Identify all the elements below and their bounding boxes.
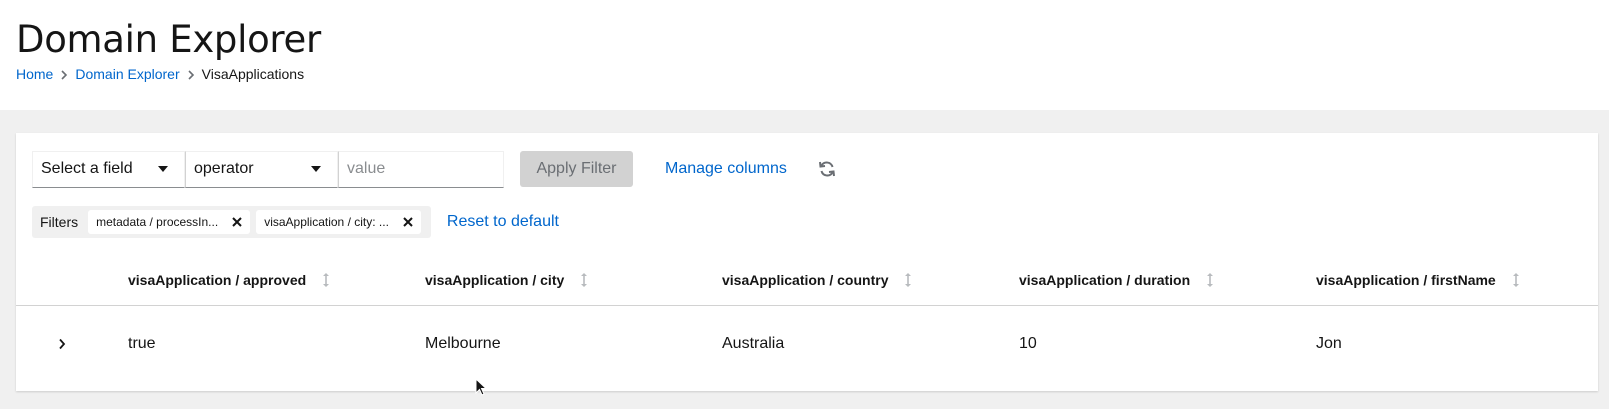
chevron-right-icon <box>53 67 75 81</box>
close-icon[interactable] <box>401 215 415 229</box>
column-header-country[interactable]: visaApplication / country <box>722 254 912 306</box>
manage-columns-link[interactable]: Manage columns <box>665 160 787 178</box>
caret-down-icon <box>158 166 168 172</box>
column-header-approved[interactable]: visaApplication / approved <box>128 254 330 306</box>
cell-country: Australia <box>722 335 785 352</box>
column-header-label: visaApplication / city <box>425 272 565 288</box>
reset-to-default-link[interactable]: Reset to default <box>447 213 559 231</box>
table-header: visaApplication / approved visaApplicati… <box>16 254 1598 306</box>
breadcrumb: Home Domain Explorer VisaApplications <box>16 66 304 82</box>
table-row: true Melbourne Australia 10 Jon <box>16 306 1598 382</box>
page-title: Domain Explorer <box>16 18 321 61</box>
sort-icon <box>904 272 912 288</box>
filter-chip-label: visaApplication / city: ... <box>264 215 389 229</box>
chevron-right-icon[interactable] <box>52 334 72 354</box>
filter-chip-group: Filters metadata / processIn... visaAppl… <box>32 206 431 238</box>
operator-select-label: operator <box>194 160 254 177</box>
apply-filter-button[interactable]: Apply Filter <box>520 151 633 187</box>
cell-duration: 10 <box>1019 335 1037 352</box>
operator-select[interactable]: operator <box>185 150 338 188</box>
filter-chip: metadata / processIn... <box>88 210 251 234</box>
close-icon[interactable] <box>230 215 244 229</box>
column-header-label: visaApplication / country <box>722 272 889 288</box>
refresh-icon[interactable] <box>817 159 837 179</box>
breadcrumb-domain-explorer[interactable]: Domain Explorer <box>75 66 179 82</box>
sort-icon <box>580 272 588 288</box>
cell-approved: true <box>128 335 156 352</box>
column-header-label: visaApplication / approved <box>128 272 307 288</box>
caret-down-icon <box>311 166 321 172</box>
mouse-cursor-icon <box>475 377 488 401</box>
value-input[interactable] <box>338 150 504 188</box>
sort-icon <box>1512 272 1520 288</box>
breadcrumb-current: VisaApplications <box>201 66 305 82</box>
chevron-right-icon <box>180 67 202 81</box>
field-select[interactable]: Select a field <box>32 150 185 188</box>
domain-table: visaApplication / approved visaApplicati… <box>16 254 1598 382</box>
column-header-firstname[interactable]: visaApplication / firstName <box>1316 254 1520 306</box>
breadcrumb-home[interactable]: Home <box>16 66 53 82</box>
sort-icon <box>1206 272 1214 288</box>
column-header-duration[interactable]: visaApplication / duration <box>1019 254 1214 306</box>
filter-chip-label: metadata / processIn... <box>96 215 219 229</box>
filter-chip: visaApplication / city: ... <box>256 210 421 234</box>
field-select-label: Select a field <box>41 160 133 177</box>
filter-toolbar: Select a field operator Apply Filter Man… <box>32 150 837 188</box>
column-header-label: visaApplication / duration <box>1019 272 1191 288</box>
column-header-city[interactable]: visaApplication / city <box>425 254 588 306</box>
domain-table-card: Select a field operator Apply Filter Man… <box>16 133 1598 391</box>
page-header: Domain Explorer Home Domain Explorer Vis… <box>0 0 1609 110</box>
active-filters: Filters metadata / processIn... visaAppl… <box>32 206 559 238</box>
column-header-label: visaApplication / firstName <box>1316 272 1496 288</box>
cell-city: Melbourne <box>425 335 501 352</box>
filters-label: Filters <box>40 214 79 230</box>
sort-icon <box>322 272 330 288</box>
cell-firstname: Jon <box>1316 335 1342 352</box>
